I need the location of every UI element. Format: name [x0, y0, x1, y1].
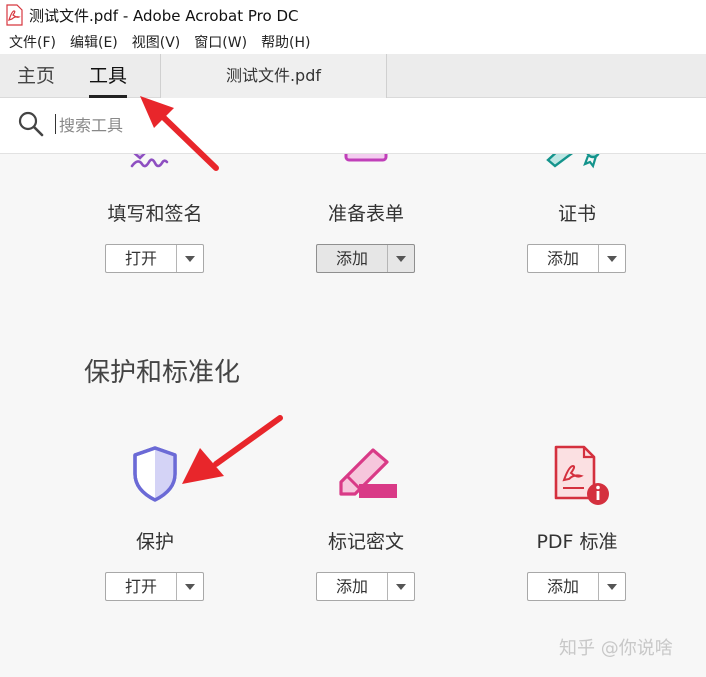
protect-open-button[interactable]: 打开	[105, 572, 204, 601]
annotation-arrow-protect	[182, 415, 283, 484]
tool-name-redact: 标记密文	[327, 531, 404, 553]
pdf-standard-icon[interactable]	[550, 444, 614, 508]
caret-down-icon	[607, 255, 617, 262]
caret-down-icon	[396, 255, 406, 262]
pdf-standard-add-button[interactable]: 添加	[527, 572, 626, 601]
fill-sign-open-label[interactable]: 打开	[106, 245, 177, 272]
menu-view[interactable]: 视图(V)	[132, 32, 181, 52]
protect-open-label[interactable]: 打开	[106, 573, 177, 600]
shield-icon[interactable]	[131, 444, 179, 504]
tool-name-pdf-standard: PDF 标准	[536, 531, 618, 553]
prepare-form-dropdown[interactable]	[388, 245, 414, 272]
fill-sign-open-button[interactable]: 打开	[105, 244, 204, 273]
tools-content: 填写和签名 准备表单 证书 打开 添加 添加 保护和标准化 保护 标记密文 PD…	[0, 154, 706, 677]
certificate-add-label[interactable]: 添加	[528, 245, 599, 272]
protect-dropdown[interactable]	[177, 573, 203, 600]
tab-bar: 主页 工具 测试文件.pdf	[0, 54, 706, 98]
redact-add-label[interactable]: 添加	[317, 573, 388, 600]
annotation-arrow-tools	[140, 96, 219, 171]
redact-dropdown[interactable]	[388, 573, 414, 600]
prepare-form-add-button[interactable]: 添加	[316, 244, 415, 273]
caret-down-icon	[185, 255, 195, 262]
window-title: 测试文件.pdf - Adobe Acrobat Pro DC	[29, 6, 299, 25]
certificate-dropdown[interactable]	[599, 245, 625, 272]
certificate-icon	[546, 154, 600, 169]
menu-window[interactable]: 窗口(W)	[194, 32, 247, 52]
tab-tools[interactable]: 工具	[89, 54, 128, 98]
tool-name-certificate: 证书	[557, 203, 596, 225]
redact-icon[interactable]	[333, 444, 399, 502]
menu-bar: 文件(F) 编辑(E) 视图(V) 窗口(W) 帮助(H)	[0, 30, 706, 54]
acrobat-pdf-icon	[6, 4, 23, 26]
prepare-form-add-label[interactable]: 添加	[317, 245, 388, 272]
tab-tools-label: 工具	[89, 65, 128, 87]
tool-name-fill-sign: 填写和签名	[107, 203, 203, 225]
title-bar: 测试文件.pdf - Adobe Acrobat Pro DC	[0, 0, 706, 30]
watermark-text: 知乎 @你说啥	[559, 638, 673, 659]
caret-down-icon	[396, 583, 406, 590]
pdf-standard-dropdown[interactable]	[599, 573, 625, 600]
search-icon[interactable]	[17, 110, 45, 138]
redact-add-button[interactable]: 添加	[316, 572, 415, 601]
menu-edit[interactable]: 编辑(E)	[70, 32, 118, 52]
menu-file[interactable]: 文件(F)	[9, 32, 56, 52]
certificate-add-button[interactable]: 添加	[527, 244, 626, 273]
pdf-standard-add-label[interactable]: 添加	[528, 573, 599, 600]
caret-down-icon	[607, 583, 617, 590]
caret-down-icon	[185, 583, 195, 590]
fill-sign-dropdown[interactable]	[177, 245, 203, 272]
section-title-protect-standardize: 保护和标准化	[84, 358, 241, 388]
search-bar	[0, 98, 706, 154]
tool-name-prepare-form: 准备表单	[327, 203, 404, 225]
prepare-form-icon	[344, 154, 388, 162]
menu-help[interactable]: 帮助(H)	[261, 32, 310, 52]
tab-home[interactable]: 主页	[17, 54, 55, 98]
tool-name-protect: 保护	[135, 531, 174, 553]
text-caret	[55, 114, 56, 134]
